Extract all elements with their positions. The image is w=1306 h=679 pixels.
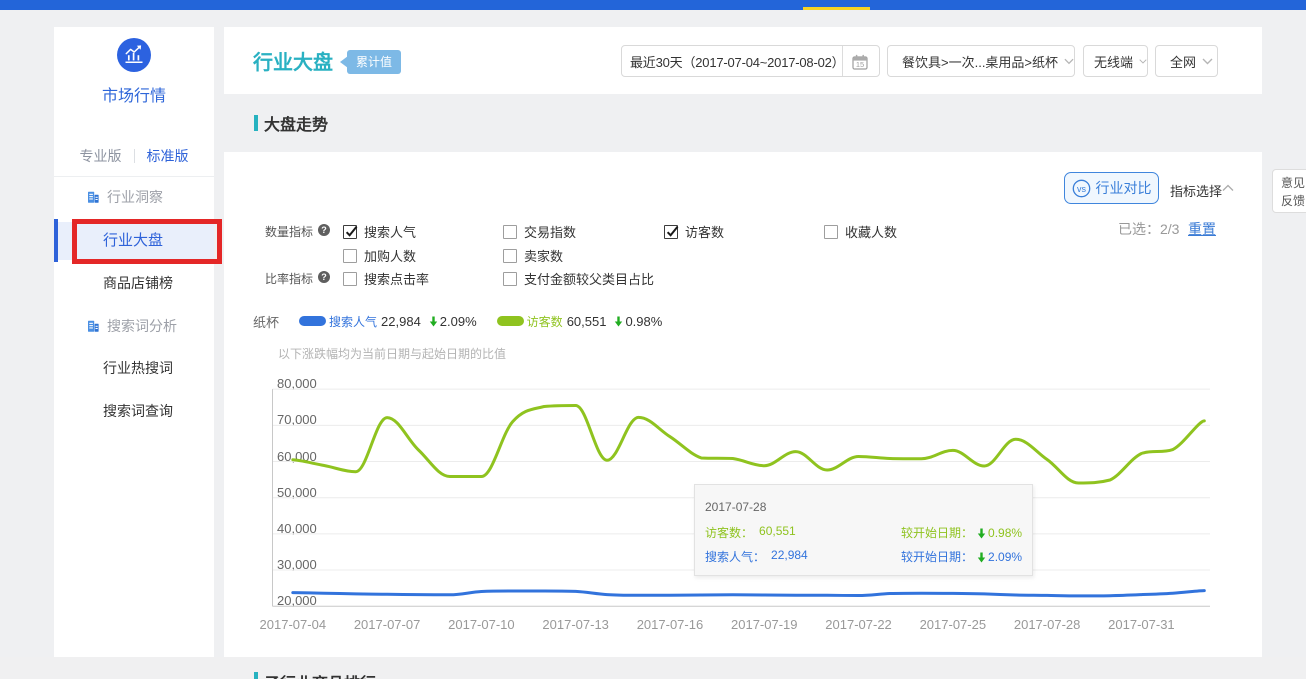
sidebar-item-search-word-query[interactable]: 搜索词查询: [54, 392, 214, 430]
chart-tooltip: 2017-07-28 访客数： 60,551 较开始日期： 0.98% 搜索人气…: [694, 484, 1033, 576]
tooltip-row: 搜索人气： 22,984 较开始日期： 2.09%: [705, 548, 1035, 565]
version-tabs-divider: [134, 149, 135, 163]
tooltip-series-name: 搜索人气：: [705, 548, 765, 565]
sidebar-item-product-shop-ranking[interactable]: 商品店铺榜: [54, 264, 214, 302]
feedback-label-line1: 意见: [1281, 174, 1306, 192]
page-header: 行业大盘 累计值 最近30天（2017-07-04~2017-08-02） 15…: [224, 27, 1262, 94]
tooltip-row: 访客数： 60,551 较开始日期： 0.98%: [705, 524, 1035, 541]
trend-line-chart[interactable]: [224, 152, 1262, 659]
tooltip-compare-label: 较开始日期：: [901, 524, 973, 541]
arrow-down-icon: [977, 528, 986, 539]
trend-chart-panel: vs 行业对比 指标选择 数量指标 ? 比率指标 ? 搜索人气 交易指数 访客数…: [224, 152, 1262, 657]
building-icon: [86, 190, 100, 204]
section-marker: [254, 672, 258, 679]
sidebar-separator: [54, 176, 214, 177]
red-annotation-box: [72, 219, 222, 264]
tooltip-compare-label: 较开始日期：: [901, 548, 973, 565]
market-quotes-logo: [117, 38, 151, 72]
tooltip-delta-value: 0.98%: [988, 526, 1022, 540]
cumulative-value-badge: 累计值: [347, 50, 401, 74]
menu-group-industry-insight: 行业洞察: [86, 187, 214, 207]
chevron-down-icon: [1139, 58, 1147, 65]
page-title: 行业大盘: [253, 46, 333, 75]
tooltip-compare: 较开始日期： 0.98%: [901, 524, 1022, 541]
menu-group-label[interactable]: 行业洞察: [107, 187, 163, 207]
tooltip-date: 2017-07-28: [705, 500, 766, 514]
calendar-icon[interactable]: 15: [852, 54, 868, 70]
building-icon: [86, 319, 100, 333]
top-nav-bar: [0, 0, 1306, 10]
trend-chart-icon: [118, 39, 150, 71]
tab-standard[interactable]: 标准版: [147, 146, 189, 166]
tooltip-series-value: 22,984: [771, 548, 808, 565]
feedback-label-line2: 反馈: [1281, 192, 1306, 210]
scope-selector[interactable]: 全网: [1155, 45, 1218, 77]
tooltip-delta-value: 2.09%: [988, 550, 1022, 564]
arrow-down-icon: [977, 552, 986, 563]
feedback-button[interactable]: 意见 反馈: [1272, 169, 1306, 213]
bottom-band: [0, 657, 1306, 679]
chevron-down-icon: [1064, 58, 1074, 65]
category-selector[interactable]: 餐饮具>一次...桌用品>纸杯: [887, 45, 1075, 77]
section-title: 子行业商品排行: [264, 670, 376, 679]
version-tabs: 专业版 标准版: [54, 147, 214, 165]
sidebar: 市场行情 专业版 标准版 行业洞察 行业大盘 商品店铺榜 搜索词分析: [54, 27, 214, 679]
section-title: 大盘走势: [264, 111, 328, 135]
terminal-selector[interactable]: 无线端: [1083, 45, 1148, 77]
section-marker: [254, 115, 258, 131]
date-box-divider: [842, 46, 843, 76]
section-header-subindustry: 子行业商品排行: [254, 670, 376, 679]
svg-text:15: 15: [856, 60, 864, 69]
category-value: 餐饮具>一次...桌用品>纸杯: [902, 52, 1058, 71]
tooltip-series-value: 60,551: [759, 524, 796, 541]
section-header-trend: 大盘走势: [254, 107, 328, 139]
tooltip-series-name: 访客数：: [705, 524, 753, 541]
product-name: 市场行情: [54, 82, 214, 106]
date-range-selector[interactable]: 最近30天（2017-07-04~2017-08-02） 15: [621, 45, 880, 77]
sidebar-item-industry-hot-words[interactable]: 行业热搜词: [54, 349, 214, 387]
date-range-value: 最近30天（2017-07-04~2017-08-02）: [622, 52, 844, 71]
top-nav-active-tab-indicator: [803, 7, 870, 10]
tab-professional[interactable]: 专业版: [80, 146, 122, 166]
menu-group-label[interactable]: 搜索词分析: [107, 316, 177, 336]
terminal-value: 无线端: [1094, 52, 1133, 71]
chevron-down-icon: [1202, 58, 1213, 65]
menu-group-search-word-analysis: 搜索词分析: [86, 316, 214, 336]
scope-value: 全网: [1170, 52, 1196, 71]
tooltip-compare: 较开始日期： 2.09%: [901, 548, 1022, 565]
